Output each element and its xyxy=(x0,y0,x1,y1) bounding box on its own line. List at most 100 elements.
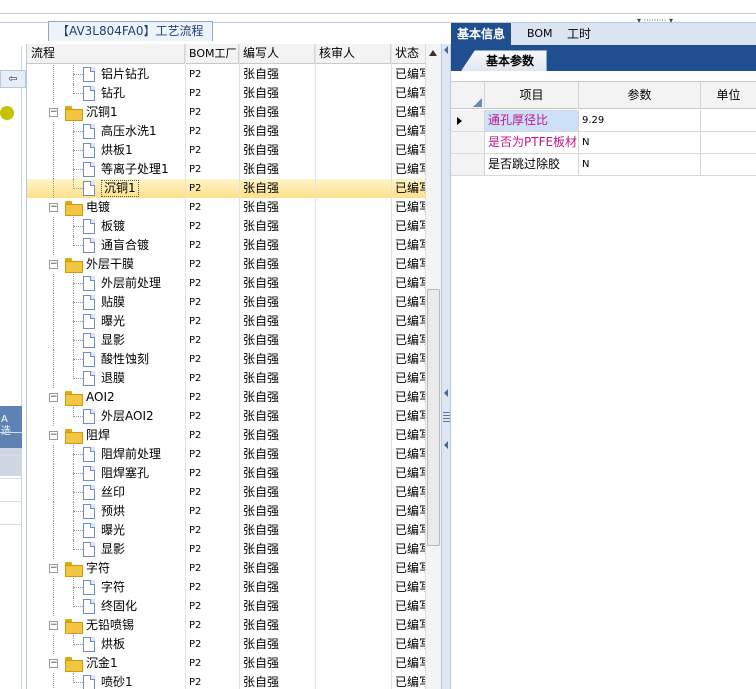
tree-leaf-node[interactable]: 烘板 xyxy=(83,636,193,653)
tree-group-node[interactable]: − AOI2 xyxy=(49,389,189,406)
tree-leaf-node[interactable]: 字符 xyxy=(83,579,193,596)
tab-bom[interactable]: BOM xyxy=(521,23,559,45)
tree-row[interactable]: 显影 P2 张自强 已编写 xyxy=(27,331,427,350)
col-header-param[interactable]: 参数 xyxy=(579,82,701,109)
document-tab[interactable]: 【AV3L804FA0】工艺流程 xyxy=(48,21,213,41)
tree-group-node[interactable]: − 外层干膜 xyxy=(49,256,189,273)
collapse-icon[interactable]: − xyxy=(49,564,58,573)
tree-leaf-node[interactable]: 阻焊前处理 xyxy=(83,446,193,463)
tree-row[interactable]: 阻焊前处理 P2 张自强 已编写 xyxy=(27,445,427,464)
tree-leaf-node[interactable]: 高压水洗1 xyxy=(83,123,193,140)
tree-group-node[interactable]: − 电镀 xyxy=(49,199,189,216)
tree-leaf-node[interactable]: 通盲合镀 xyxy=(83,237,193,254)
tree-row[interactable]: − 字符 P2 张自强 已编写 xyxy=(27,559,427,578)
col-header-writer[interactable]: 编写人 xyxy=(239,44,315,64)
tree-group-node[interactable]: − 沉金1 xyxy=(49,655,189,672)
tree-scrollbar[interactable] xyxy=(425,44,441,689)
tree-row[interactable]: 高压水洗1 P2 张自强 已编写 xyxy=(27,122,427,141)
tree-group-node[interactable]: − 沉铜1 xyxy=(49,104,189,121)
tree-row[interactable]: − 电镀 P2 张自强 已编写 xyxy=(27,198,427,217)
tree-leaf-node[interactable]: 铝片钻孔 xyxy=(83,66,193,83)
tree-leaf-node[interactable]: 阻焊塞孔 xyxy=(83,465,193,482)
col-header-bom[interactable]: BOM工厂 xyxy=(185,44,239,64)
param-value-cell[interactable]: N xyxy=(579,132,701,153)
tree-row[interactable]: − AOI2 P2 张自强 已编写 xyxy=(27,388,427,407)
tree-leaf-node[interactable]: 曝光 xyxy=(83,313,193,330)
tree-row[interactable]: 烘板 P2 张自强 已编写 xyxy=(27,635,427,654)
tree-row[interactable]: − 沉铜1 P2 张自强 已编写 xyxy=(27,103,427,122)
subtab-basic-params[interactable]: 基本参数 xyxy=(461,50,548,71)
tree-leaf-node[interactable]: 等离子处理1 xyxy=(83,161,193,178)
col-header-reviewer[interactable]: 核审人 xyxy=(315,44,391,64)
tree-row[interactable]: 显影 P2 张自强 已编写 xyxy=(27,540,427,559)
col-header-item[interactable]: 项目 xyxy=(485,82,579,109)
collapse-arrow-icon[interactable] xyxy=(444,441,448,449)
param-header-corner[interactable] xyxy=(451,82,485,109)
tree-row[interactable]: − 阻焊 P2 张自强 已编写 xyxy=(27,426,427,445)
tree-leaf-node[interactable]: 退膜 xyxy=(83,370,193,387)
param-row[interactable]: 是否为PTFE板材 N xyxy=(451,132,756,154)
tree-row[interactable]: 通盲合镀 P2 张自强 已编写 xyxy=(27,236,427,255)
row-indicator[interactable] xyxy=(451,110,485,131)
param-unit-cell[interactable] xyxy=(701,110,756,131)
tree-leaf-node[interactable]: 显影 xyxy=(83,332,193,349)
tree-leaf-node[interactable]: 外层AOI2 xyxy=(83,408,193,425)
tree-leaf-node[interactable]: 曝光 xyxy=(83,522,193,539)
tab-basic-info[interactable]: 基本信息 xyxy=(451,23,512,45)
collapse-icon[interactable]: − xyxy=(49,260,58,269)
collapse-icon[interactable]: − xyxy=(49,431,58,440)
tree-leaf-node[interactable]: 外层前处理 xyxy=(83,275,193,292)
tree-row[interactable]: 终固化 P2 张自强 已编写 xyxy=(27,597,427,616)
tree-group-node[interactable]: − 阻焊 xyxy=(49,427,189,444)
tree-row[interactable]: 字符 P2 张自强 已编写 xyxy=(27,578,427,597)
tree-row[interactable]: 曝光 P2 张自强 已编写 xyxy=(27,312,427,331)
tree-row[interactable]: 铝片钻孔 P2 张自强 已编写 xyxy=(27,65,427,84)
row-indicator[interactable] xyxy=(451,132,485,153)
tree-leaf-node[interactable]: 丝印 xyxy=(83,484,193,501)
tree-row[interactable]: 板镀 P2 张自强 已编写 xyxy=(27,217,427,236)
tree-leaf-node[interactable]: 终固化 xyxy=(83,598,193,615)
collapse-left-icon[interactable] xyxy=(444,46,448,54)
tree-leaf-node[interactable]: 预烘 xyxy=(83,503,193,520)
collapse-icon[interactable]: − xyxy=(49,393,58,402)
tree-row[interactable]: 等离子处理1 P2 张自强 已编写 xyxy=(27,160,427,179)
tree-leaf-node[interactable]: 烘板1 xyxy=(83,142,193,159)
param-unit-cell[interactable] xyxy=(701,132,756,153)
tree-row[interactable]: 喷砂1 P2 张自强 已编写 xyxy=(27,673,427,689)
back-arrow-icon[interactable]: ⇦ xyxy=(0,70,26,88)
tree-row[interactable]: − 沉金1 P2 张自强 已编写 xyxy=(27,654,427,673)
tree-row[interactable]: 烘板1 P2 张自强 已编写 xyxy=(27,141,427,160)
tree-row[interactable]: 曝光 P2 张自强 已编写 xyxy=(27,521,427,540)
collapse-icon[interactable]: − xyxy=(49,659,58,668)
tab-labor-hours[interactable]: 工时 xyxy=(561,23,597,45)
tree-row[interactable]: 沉铜1 P2 张自强 已编写 xyxy=(27,179,427,198)
tree-row[interactable]: 贴膜 P2 张自强 已编写 xyxy=(27,293,427,312)
tree-row[interactable]: 钻孔 P2 张自强 已编写 xyxy=(27,84,427,103)
collapse-icon[interactable]: − xyxy=(49,108,58,117)
col-header-unit[interactable]: 单位 xyxy=(701,82,756,109)
tree-group-node[interactable]: − 字符 xyxy=(49,560,189,577)
tree-leaf-node[interactable]: 喷砂1 xyxy=(83,674,193,689)
param-name-cell[interactable]: 是否为PTFE板材 xyxy=(485,132,579,153)
tree-row[interactable]: 预烘 P2 张自强 已编写 xyxy=(27,502,427,521)
param-row[interactable]: 是否跳过除胶 N xyxy=(451,154,756,176)
tree-row[interactable]: 阻焊塞孔 P2 张自强 已编写 xyxy=(27,464,427,483)
tree-leaf-node[interactable]: 板镀 xyxy=(83,218,193,235)
collapse-icon[interactable]: − xyxy=(49,203,58,212)
tree-row[interactable]: 退膜 P2 张自强 已编写 xyxy=(27,369,427,388)
param-name-cell[interactable]: 通孔厚径比 xyxy=(485,110,579,131)
collapse-arrow-icon[interactable] xyxy=(444,389,448,397)
param-value-cell[interactable]: N xyxy=(579,154,701,175)
tree-row[interactable]: 丝印 P2 张自强 已编写 xyxy=(27,483,427,502)
tree-row[interactable]: − 外层干膜 P2 张自强 已编写 xyxy=(27,255,427,274)
param-value-cell[interactable]: 9.29 xyxy=(579,110,701,131)
left-panel-label[interactable]: A 选 xyxy=(0,406,22,448)
scroll-thumb[interactable] xyxy=(427,289,440,546)
col-header-process[interactable]: 流程 xyxy=(27,44,185,64)
scroll-up-icon[interactable] xyxy=(429,50,437,56)
panel-splitter[interactable] xyxy=(441,44,451,689)
tree-row[interactable]: 外层前处理 P2 张自强 已编写 xyxy=(27,274,427,293)
tree-leaf-node[interactable]: 钻孔 xyxy=(83,85,193,102)
tree-leaf-node[interactable]: 贴膜 xyxy=(83,294,193,311)
param-row[interactable]: 通孔厚径比 9.29 xyxy=(451,110,756,132)
